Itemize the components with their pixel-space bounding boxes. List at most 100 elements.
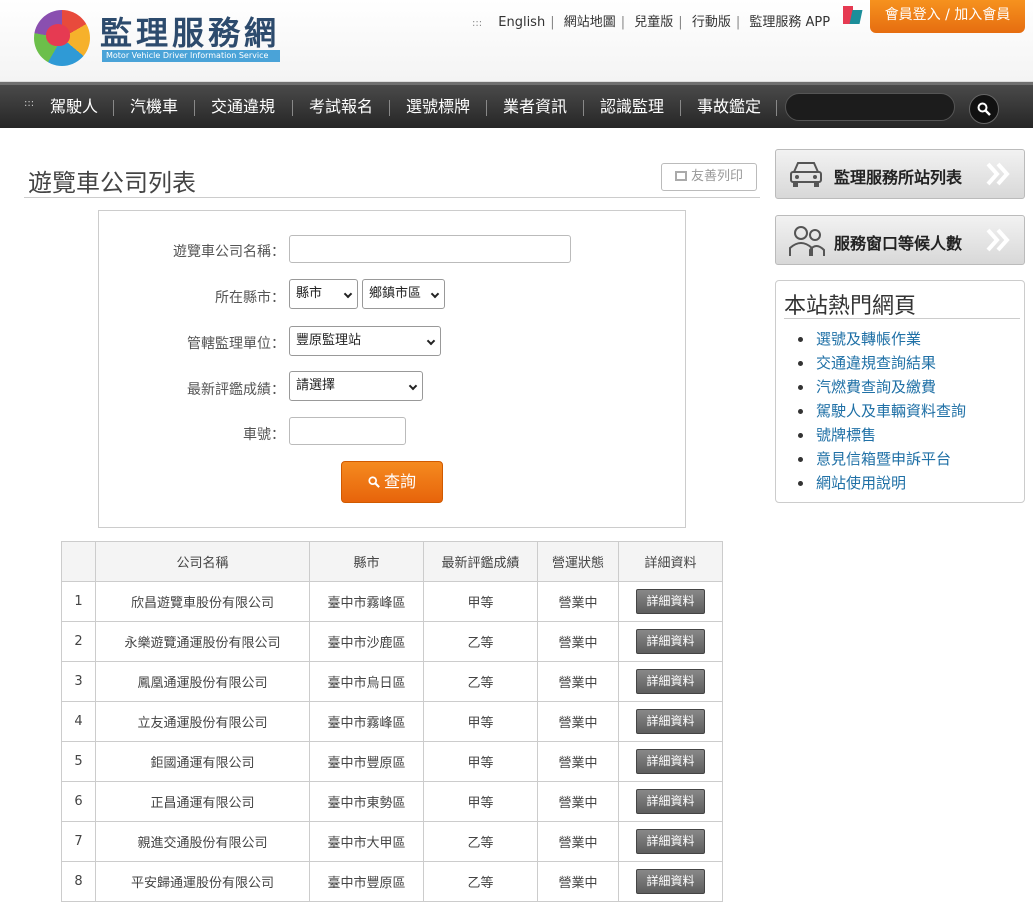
detail-button[interactable]: 詳細資料 [636,829,705,854]
nav-driver[interactable]: 駕駛人 [50,85,98,128]
double-chevron-right-icon [986,162,1010,186]
company-status: 營業中 [537,821,619,862]
company-name-label: 遊覽車公司名稱： [173,244,285,260]
col-header-rating: 最新評鑑成績 [423,541,538,582]
app-icon[interactable] [843,6,861,24]
detail-button[interactable]: 詳細資料 [636,789,705,814]
dots-icon: ::: [472,18,483,29]
hot-link[interactable]: 駕駛人及車輛資料查詢 [798,399,966,423]
dots-icon: ::: [24,98,35,109]
print-label: 友善列印 [690,169,743,184]
company-city: 臺中市霧峰區 [309,581,424,622]
row-index: 1 [61,581,96,622]
site-logo[interactable]: 監理服務網 Motor Vehicle Driver Information S… [34,8,284,68]
queue-count-label: 服務窗口等候人數 [834,234,963,253]
hot-link[interactable]: 選號及轉帳作業 [798,327,966,351]
link-mobile[interactable]: 行動版 [692,11,731,30]
detail-button[interactable]: 詳細資料 [636,629,705,654]
company-rating: 乙等 [423,821,538,862]
link-kids[interactable]: 兒童版 [634,11,673,30]
plate-input[interactable] [289,417,406,445]
table-row: 8 平安歸通運股份有限公司 臺中市豐原區 乙等 營業中 詳細資料 [61,861,723,902]
company-rating: 甲等 [423,781,538,822]
hot-link[interactable]: 意見信箱暨申訴平台 [798,447,966,471]
company-status: 營業中 [537,661,619,702]
col-header-status: 營運狀態 [537,541,619,582]
company-name-input[interactable] [289,235,571,263]
office-select[interactable]: 豐原監理站 [289,326,441,356]
search-input[interactable] [785,93,955,121]
district-select[interactable]: 鄉鎮市區 [362,279,445,309]
link-english[interactable]: English [498,15,545,30]
row-index: 7 [61,821,96,862]
nav-violations[interactable]: 交通違規 [211,85,275,128]
company-status: 營業中 [537,741,619,782]
company-city: 臺中市沙鹿區 [309,621,424,662]
logo-emblem-icon [34,10,90,66]
site-header: 監理服務網 Motor Vehicle Driver Information S… [0,0,1033,82]
company-rating: 甲等 [423,581,538,622]
main-nav: ::: 駕駛人 汽機車 交通違規 考試報名 選號標牌 業者資訊 認識監理 事故鑑… [0,82,1033,128]
nav-accident[interactable]: 事故鑑定 [697,85,761,128]
detail-button[interactable]: 詳細資料 [636,869,705,894]
company-status: 營業中 [537,861,619,902]
link-app[interactable]: 監理服務 APP [749,11,830,30]
table-row: 5 鉅國通運有限公司 臺中市豐原區 甲等 營業中 詳細資料 [61,741,723,782]
hot-link[interactable]: 號牌標售 [798,423,966,447]
hot-pages-list: 選號及轉帳作業 交通違規查詢結果 汽燃費查詢及繳費 駕駛人及車輛資料查詢 號牌標… [798,327,966,495]
nav-exam[interactable]: 考試報名 [309,85,373,128]
company-name: 親進交通股份有限公司 [95,821,310,862]
nav-business[interactable]: 業者資訊 [503,85,567,128]
company-city: 臺中市豐原區 [309,741,424,782]
link-sitemap[interactable]: 網站地圖 [564,11,616,30]
nav-vehicle[interactable]: 汽機車 [130,85,178,128]
hot-link[interactable]: 汽燃費查詢及繳費 [798,375,966,399]
company-status: 營業中 [537,701,619,742]
divider [24,197,760,198]
company-table: 公司名稱 縣市 最新評鑑成績 營運狀態 詳細資料 1 欣昌遊覽車股份有限公司 臺… [61,541,723,902]
company-name: 欣昌遊覽車股份有限公司 [95,581,310,622]
company-city: 臺中市霧峰區 [309,701,424,742]
company-rating: 甲等 [423,741,538,782]
county-select[interactable]: 縣市 [289,279,358,309]
chevron-down-icon [426,336,436,346]
company-name: 立友通運股份有限公司 [95,701,310,742]
login-button[interactable]: 會員登入 / 加入會員 [870,0,1025,33]
search-button[interactable] [969,94,999,124]
detail-button[interactable]: 詳細資料 [636,709,705,734]
top-links: ::: English | 網站地圖 | 兒童版 | 行動版 | 監理服務 APP [472,11,830,30]
company-rating: 乙等 [423,861,538,902]
nav-plates[interactable]: 選號標牌 [406,85,470,128]
print-button[interactable]: 友善列印 [661,163,757,191]
divider [784,318,1020,319]
company-status: 營業中 [537,621,619,662]
office-select-value: 豐原監理站 [296,333,362,348]
station-list-button[interactable]: 監理服務所站列表 [775,149,1025,199]
county-select-value: 縣市 [296,286,323,301]
col-header-city: 縣市 [309,541,424,582]
query-label: 查詢 [383,472,416,491]
company-city: 臺中市豐原區 [309,861,424,902]
hot-link[interactable]: 網站使用說明 [798,471,966,495]
query-button[interactable]: 查詢 [341,461,443,503]
row-index: 3 [61,661,96,702]
table-row: 6 正昌通運有限公司 臺中市東勢區 甲等 營業中 詳細資料 [61,781,723,822]
hot-link[interactable]: 交通違規查詢結果 [798,351,966,375]
rating-select-value: 請選擇 [296,378,336,393]
district-select-value: 鄉鎮市區 [369,286,422,301]
double-chevron-right-icon [986,228,1010,252]
detail-button[interactable]: 詳細資料 [636,589,705,614]
company-rating: 乙等 [423,661,538,702]
queue-count-button[interactable]: 服務窗口等候人數 [775,215,1025,265]
detail-button[interactable]: 詳細資料 [636,669,705,694]
company-name: 鉅國通運有限公司 [95,741,310,782]
nav-about[interactable]: 認識監理 [600,85,664,128]
col-header-detail: 詳細資料 [618,541,723,582]
company-rating: 甲等 [423,701,538,742]
page-title: 遊覽車公司列表 [28,169,196,197]
logo-title: 監理服務網 [100,14,281,52]
rating-select[interactable]: 請選擇 [289,371,423,401]
detail-button[interactable]: 詳細資料 [636,749,705,774]
search-icon [977,102,991,116]
rating-label: 最新評鑑成績： [187,382,285,398]
